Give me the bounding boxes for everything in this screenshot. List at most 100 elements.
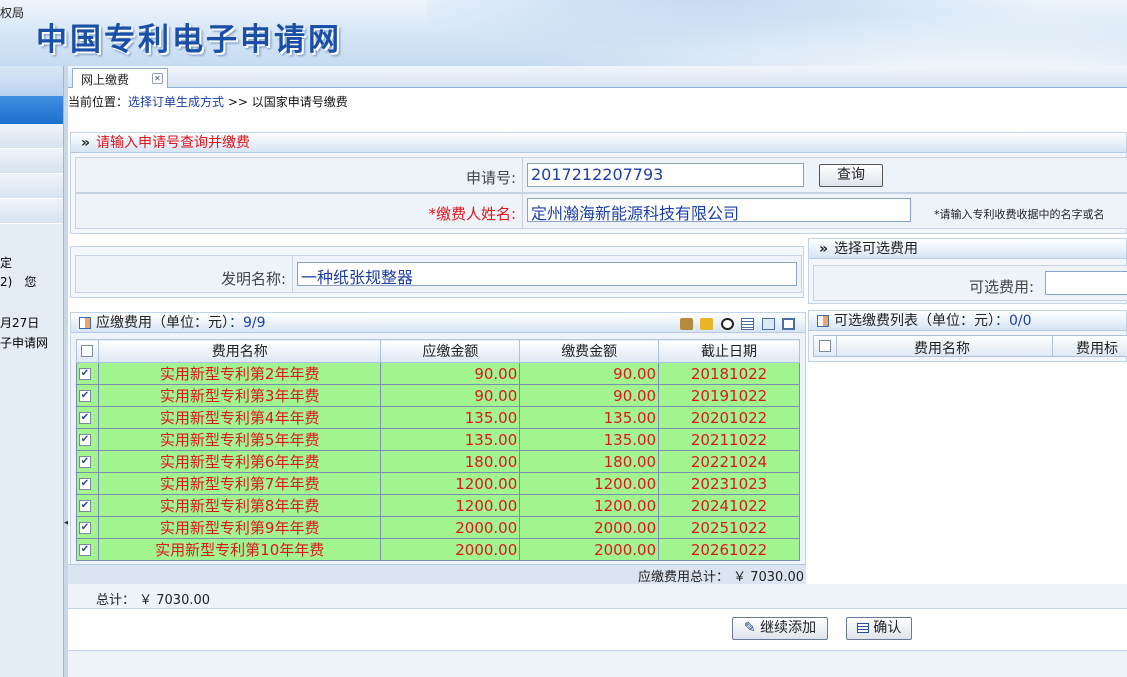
fee-due: 1200.00 bbox=[380, 494, 521, 517]
list-icon[interactable] bbox=[741, 318, 755, 330]
header-banner: 权局 中国专利电子申请网 bbox=[0, 0, 1127, 66]
select-all-cell bbox=[76, 339, 99, 363]
row-checkbox-cell: ✔ bbox=[76, 428, 99, 451]
fee-paid[interactable]: 1200.00 bbox=[519, 472, 660, 495]
optional-fee-label: 可选费用: bbox=[968, 278, 1034, 296]
document-icon bbox=[856, 623, 869, 633]
row-checkbox[interactable]: ✔ bbox=[79, 368, 91, 380]
fee-due: 90.00 bbox=[380, 384, 521, 407]
grid-icon bbox=[79, 317, 91, 329]
breadcrumb-link[interactable]: 选择订单生成方式 bbox=[128, 95, 224, 109]
fee-name: 实用新型专利第10年年费 bbox=[97, 538, 382, 561]
fee-due: 90.00 bbox=[380, 362, 521, 385]
row-checkbox[interactable]: ✔ bbox=[79, 522, 91, 534]
continue-add-label: 继续添加 bbox=[760, 620, 817, 636]
table-row[interactable]: ✔ 实用新型专利第6年年费 180.00 180.00 20221024 bbox=[76, 450, 800, 473]
column-header[interactable]: 费用名称 bbox=[914, 338, 970, 358]
select-all-checkbox[interactable] bbox=[81, 345, 94, 357]
column-header[interactable]: 费用名称 bbox=[97, 339, 382, 363]
banner-decoration bbox=[427, 0, 1127, 66]
invention-row: 发明名称: 一种纸张规整器 bbox=[75, 255, 802, 293]
payable-fees-table: 费用名称 应缴金额 缴费金额 截止日期 ✔ 实用新型专利第2年年费 90.00 90.… bbox=[76, 339, 800, 561]
payable-total-bar: 应缴费用总计： ￥ 7030.00 bbox=[68, 564, 806, 585]
payer-name-input[interactable]: 定州瀚海新能源科技有限公司 bbox=[527, 198, 911, 222]
app-no-input[interactable]: 2017212207793 bbox=[527, 163, 804, 187]
row-checkbox[interactable]: ✔ bbox=[79, 412, 91, 424]
column-header[interactable]: 截止日期 bbox=[658, 339, 800, 363]
fee-due: 2000.00 bbox=[380, 538, 521, 561]
left-nav-item[interactable] bbox=[0, 149, 63, 174]
left-nav-item[interactable] bbox=[0, 124, 63, 149]
table-row[interactable]: ✔ 实用新型专利第7年年费 1200.00 1200.00 20231023 bbox=[76, 472, 800, 495]
query-button[interactable]: 查询 bbox=[819, 164, 883, 187]
row-checkbox[interactable]: ✔ bbox=[79, 500, 91, 512]
confirm-label: 确认 bbox=[873, 620, 902, 636]
fee-paid[interactable]: 2000.00 bbox=[519, 516, 660, 539]
left-nav-item[interactable] bbox=[0, 199, 63, 224]
table-row[interactable]: ✔ 实用新型专利第8年年费 1200.00 1200.00 20241022 bbox=[76, 494, 800, 517]
tools-icon[interactable] bbox=[679, 318, 693, 330]
query-panel: » 请输入申请号查询并缴费 申请号: 2017212207793 查询 *缴费人姓… bbox=[70, 132, 1127, 234]
confirm-button[interactable]: 确认 bbox=[846, 617, 912, 640]
optional-fee-row: 可选费用: bbox=[813, 265, 1127, 301]
grand-total: 总计： ￥ 7030.00 bbox=[96, 593, 211, 608]
fee-paid[interactable]: 1200.00 bbox=[519, 494, 660, 517]
tab-online-payment[interactable]: 网上缴费 ✕ bbox=[72, 68, 168, 88]
table-row[interactable]: ✔ 实用新型专利第2年年费 90.00 90.00 20181022 bbox=[76, 362, 800, 385]
table-row[interactable]: ✔ 实用新型专利第9年年费 2000.00 2000.00 20251022 bbox=[76, 516, 800, 539]
payer-label: *缴费人姓名: bbox=[428, 205, 516, 223]
info-icon[interactable] bbox=[720, 318, 734, 330]
query-panel-header: » 请输入申请号查询并缴费 bbox=[71, 133, 1126, 153]
optional-list-header-row: 费用名称 费用标 bbox=[813, 335, 1127, 357]
fee-deadline: 20191022 bbox=[658, 384, 800, 407]
table-row[interactable]: ✔ 实用新型专利第5年年费 135.00 135.00 20211022 bbox=[76, 428, 800, 451]
fee-due: 1200.00 bbox=[380, 472, 521, 495]
table-row[interactable]: ✔ 实用新型专利第4年年费 135.00 135.00 20201022 bbox=[76, 406, 800, 429]
fee-name: 实用新型专利第2年年费 bbox=[97, 362, 382, 385]
left-nav: 定 2) 您 月27日 子申请网 bbox=[0, 66, 64, 677]
left-nav-text: 2) 您 bbox=[0, 275, 37, 289]
fee-deadline: 20241022 bbox=[658, 494, 800, 517]
fee-paid[interactable]: 90.00 bbox=[519, 362, 660, 385]
print-icon[interactable] bbox=[700, 318, 714, 330]
restore-icon[interactable] bbox=[782, 318, 795, 330]
payable-fees-title: 应缴费用（单位：元） bbox=[96, 315, 229, 331]
fee-due: 135.00 bbox=[380, 428, 521, 451]
fee-name: 实用新型专利第9年年费 bbox=[97, 516, 382, 539]
fee-name: 实用新型专利第4年年费 bbox=[97, 406, 382, 429]
fee-due: 180.00 bbox=[380, 450, 521, 473]
minimize-icon[interactable] bbox=[761, 318, 775, 330]
payer-hint: *请输入专利收费收据中的名字或名 bbox=[934, 208, 1105, 221]
table-row[interactable]: ✔ 实用新型专利第3年年费 90.00 90.00 20191022 bbox=[76, 384, 800, 407]
row-checkbox[interactable]: ✔ bbox=[79, 544, 91, 556]
fee-deadline: 20201022 bbox=[658, 406, 800, 429]
column-header[interactable]: 费用标 bbox=[1076, 338, 1118, 358]
close-icon[interactable]: ✕ bbox=[152, 73, 163, 84]
row-checkbox[interactable]: ✔ bbox=[79, 456, 91, 468]
invention-name-input[interactable]: 一种纸张规整器 bbox=[297, 262, 797, 286]
row-checkbox[interactable]: ✔ bbox=[79, 434, 91, 446]
column-header[interactable]: 缴费金额 bbox=[519, 339, 660, 363]
row-checkbox[interactable]: ✔ bbox=[79, 390, 91, 402]
payer-row: *缴费人姓名: 定州瀚海新能源科技有限公司 *请输入专利收费收据中的名字或名 bbox=[75, 193, 1127, 229]
optional-select-all-checkbox[interactable] bbox=[819, 340, 831, 352]
optional-list-header: 可选缴费列表（单位：元）：0/0 bbox=[809, 311, 1126, 331]
optional-fee-panel: » 选择可选费用 可选费用: bbox=[808, 238, 1127, 304]
table-row[interactable]: ✔ 实用新型专利第10年年费 2000.00 2000.00 20261022 bbox=[76, 538, 800, 561]
double-chevron-icon: » bbox=[81, 135, 91, 151]
fee-paid[interactable]: 180.00 bbox=[519, 450, 660, 473]
continue-add-button[interactable]: ✎ 继续添加 bbox=[732, 617, 828, 640]
column-header[interactable]: 应缴金额 bbox=[380, 339, 521, 363]
fee-paid[interactable]: 90.00 bbox=[519, 384, 660, 407]
row-checkbox[interactable]: ✔ bbox=[79, 478, 91, 490]
row-checkbox-cell: ✔ bbox=[76, 494, 99, 517]
fee-paid[interactable]: 2000.00 bbox=[519, 538, 660, 561]
optional-fee-select[interactable] bbox=[1045, 271, 1127, 295]
left-nav-item[interactable] bbox=[0, 174, 63, 199]
fee-paid[interactable]: 135.00 bbox=[519, 406, 660, 429]
fee-paid[interactable]: 135.00 bbox=[519, 428, 660, 451]
left-nav-item-selected[interactable] bbox=[0, 96, 63, 124]
tab-bar: 网上缴费 ✕ bbox=[68, 66, 1127, 88]
payable-fees-count: ：9/9 bbox=[229, 315, 266, 331]
optional-list-title: 可选缴费列表（单位：元） bbox=[834, 313, 995, 329]
